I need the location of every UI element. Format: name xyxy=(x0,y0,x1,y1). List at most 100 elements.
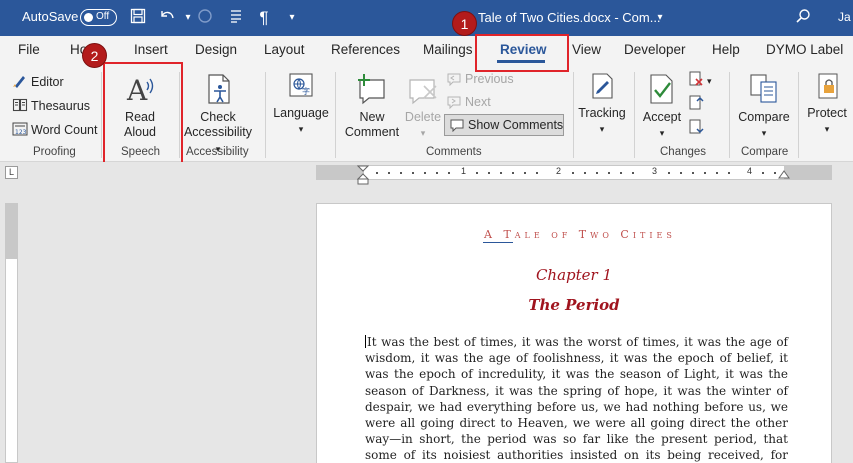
ruler-number: 3 xyxy=(652,166,658,176)
undo-icon[interactable] xyxy=(157,8,177,28)
tab-file[interactable]: File xyxy=(18,42,40,57)
read-aloud-highlight xyxy=(103,62,183,170)
ruler-tick xyxy=(620,172,622,174)
svg-text:字: 字 xyxy=(302,86,310,96)
title-dropdown-icon[interactable]: ▾ xyxy=(650,8,670,28)
ruler-tick xyxy=(412,172,414,174)
group-separator xyxy=(573,72,574,158)
chevron-down-icon: ▾ xyxy=(824,124,830,134)
thesaurus-label: Thesaurus xyxy=(31,99,91,113)
tab-layout[interactable]: Layout xyxy=(264,42,305,57)
language-label: Language xyxy=(273,106,329,120)
chevron-down-icon: ▾ xyxy=(761,128,767,138)
thesaurus-button[interactable]: Thesaurus xyxy=(12,97,90,113)
ruler-number: 4 xyxy=(747,166,753,176)
title-bar: AutoSave Off ▾ ¶ ▾ Tale of Two Cities.do… xyxy=(0,0,853,36)
reject-button[interactable]: ▾ xyxy=(688,71,712,87)
tab-selector[interactable]: L xyxy=(5,166,18,179)
editor-pen-icon xyxy=(12,73,28,89)
ruler-tick xyxy=(524,172,526,174)
show-comments-button[interactable]: Show Comments xyxy=(444,114,564,136)
tracking-button[interactable]: Tracking ▾ xyxy=(576,72,628,137)
next-label: Next xyxy=(465,95,491,109)
tab-design[interactable]: Design xyxy=(195,42,237,57)
ruler-tick xyxy=(572,172,574,174)
document-page[interactable]: A Tale of Two Cities Chapter 1 The Perio… xyxy=(316,203,832,463)
new-comment-button[interactable]: New Comment xyxy=(341,72,403,140)
proofing-group-label: Proofing xyxy=(33,146,76,158)
user-initials[interactable]: Ja xyxy=(838,10,851,24)
next-change-button[interactable] xyxy=(688,119,707,135)
ruler-tick xyxy=(400,172,402,174)
next-change-icon xyxy=(688,119,704,135)
new-comment-icon xyxy=(355,72,389,106)
body-paragraph[interactable]: It was the best of times, it was the wor… xyxy=(365,334,788,463)
ruler-tick xyxy=(774,172,776,174)
ruler-top-margin xyxy=(6,204,17,259)
pilcrow-icon[interactable]: ¶ xyxy=(254,8,274,28)
ruler-right-margin xyxy=(784,166,832,179)
ruler-tick xyxy=(536,172,538,174)
save-icon[interactable] xyxy=(128,8,148,28)
tab-mailings[interactable]: Mailings xyxy=(423,42,473,57)
accept-icon xyxy=(645,72,679,106)
redo-icon[interactable] xyxy=(195,8,215,28)
tab-references[interactable]: References xyxy=(331,42,400,57)
step-badge-2: 2 xyxy=(82,43,107,68)
editor-button[interactable]: Editor xyxy=(12,73,64,89)
step-badge-1: 1 xyxy=(452,11,477,36)
next-comment-button[interactable]: Next xyxy=(446,95,491,111)
tab-developer[interactable]: Developer xyxy=(624,42,686,57)
ruler-tick xyxy=(376,172,378,174)
ruler-tick xyxy=(476,172,478,174)
indent-marker-icon[interactable] xyxy=(357,165,369,185)
ruler-number: 2 xyxy=(556,166,562,176)
group-separator xyxy=(101,72,102,158)
search-icon[interactable] xyxy=(793,8,813,28)
ruler-tick xyxy=(608,172,610,174)
ruler-tick xyxy=(488,172,490,174)
group-separator xyxy=(335,72,336,158)
ruler-number: 1 xyxy=(461,166,467,176)
compare-button[interactable]: Compare ▾ xyxy=(734,72,794,141)
comments-group-label: Comments xyxy=(426,146,482,158)
chevron-down-icon: ▾ xyxy=(707,76,712,86)
horizontal-ruler[interactable]: 1 2 3 4 xyxy=(316,165,832,180)
accessibility-label: Accessibility xyxy=(183,125,253,139)
comment-label: Comment xyxy=(344,125,400,139)
show-comments-icon xyxy=(449,118,465,134)
checklist-icon[interactable] xyxy=(226,8,246,28)
group-separator xyxy=(729,72,730,158)
chevron-down-icon: ▾ xyxy=(420,128,426,138)
accept-button[interactable]: Accept ▾ xyxy=(638,72,686,141)
previous-change-button[interactable] xyxy=(688,95,707,111)
customize-toolbar-icon[interactable]: ▾ xyxy=(282,8,302,28)
right-indent-marker-icon[interactable] xyxy=(778,170,790,180)
protect-label: Protect xyxy=(807,106,847,120)
tab-help[interactable]: Help xyxy=(712,42,740,57)
protect-button[interactable]: Protect ▾ xyxy=(803,72,851,137)
check-accessibility-button[interactable]: Check Accessibility ▾ xyxy=(181,72,255,157)
svg-text:123: 123 xyxy=(15,129,27,136)
group-separator xyxy=(798,72,799,158)
document-title: Tale of Two Cities.docx - Com... xyxy=(478,10,661,25)
ruler-tick xyxy=(388,172,390,174)
changes-group-label: Changes xyxy=(660,146,707,158)
compare-group-label: Compare xyxy=(741,146,789,158)
tab-dymo-label[interactable]: DYMO Label xyxy=(766,42,843,57)
text-cursor xyxy=(365,335,366,348)
autosave-toggle[interactable]: Off xyxy=(80,9,117,26)
ruler-tick xyxy=(704,172,706,174)
ruler-tick xyxy=(448,172,450,174)
vertical-ruler[interactable] xyxy=(5,203,18,463)
editor-label: Editor xyxy=(31,75,64,89)
language-button[interactable]: 字 Language ▾ xyxy=(272,72,330,137)
tracking-icon xyxy=(588,72,616,100)
ruler-tick xyxy=(692,172,694,174)
word-count-button[interactable]: 123 Word Count xyxy=(12,121,97,137)
tab-insert[interactable]: Insert xyxy=(134,42,168,57)
delete-comment-button[interactable]: Delete ▾ xyxy=(403,72,443,141)
accessibility-group-label: Accessibility xyxy=(186,146,249,158)
previous-comment-button[interactable]: Previous xyxy=(446,72,514,88)
tab-view[interactable]: View xyxy=(572,42,601,57)
